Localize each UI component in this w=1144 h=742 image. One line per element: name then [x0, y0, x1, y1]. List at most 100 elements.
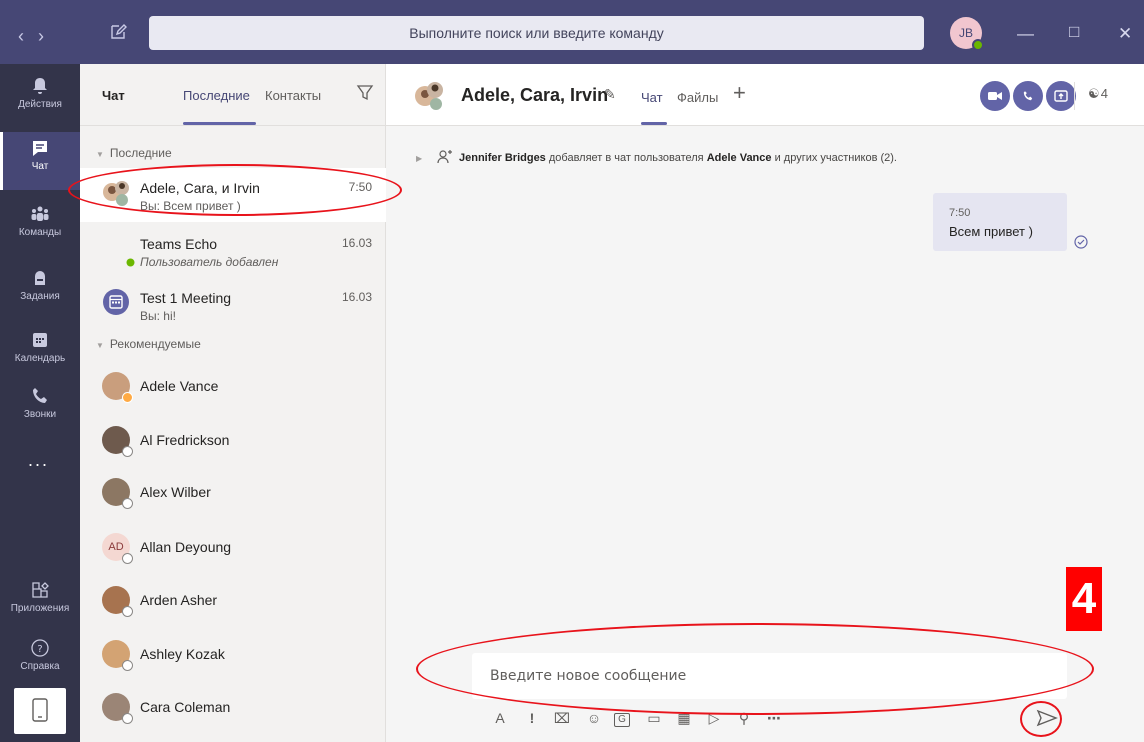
tab-contacts[interactable]: Контакты [265, 88, 321, 103]
presence-away-icon [122, 392, 133, 403]
edit-pencil-icon[interactable]: ✎ [604, 86, 616, 103]
emoji-icon[interactable]: ☺ [584, 710, 604, 730]
maximize-icon[interactable]: □ [1069, 22, 1079, 42]
presence-offline-icon [122, 446, 133, 457]
avatar [102, 586, 133, 617]
chat-item-teams-echo[interactable]: Teams Echo Пользователь добавлен 16.03 [80, 224, 386, 278]
message-text: Всем привет ) [949, 224, 1033, 239]
apps-icon [32, 582, 49, 598]
chat-time: 16.03 [341, 236, 372, 250]
system-actor: Jennifer Bridges [459, 152, 546, 164]
svg-text:?: ? [37, 644, 42, 655]
share-screen-button[interactable] [1046, 81, 1076, 111]
app-rail: Действия Чат Команды Задания Календарь З… [0, 64, 80, 742]
chat-icon [33, 141, 47, 156]
avatar [102, 640, 133, 671]
read-receipt-icon [1074, 235, 1088, 249]
rail-item-teams[interactable]: Команды [0, 198, 80, 256]
rail-label: Чат [31, 161, 49, 172]
close-icon[interactable]: ✕ [1118, 24, 1132, 44]
audio-call-button[interactable] [1013, 81, 1043, 111]
profile-avatar[interactable]: JB [950, 17, 984, 51]
rail-item-help[interactable]: ? Справка [0, 632, 80, 690]
system-target: Adele Vance [706, 152, 772, 164]
chat-list-header: Чат Последние Контакты [80, 64, 386, 126]
rail-label: Действия [18, 99, 62, 110]
rail-label: Справка [20, 661, 60, 672]
active-tab-indicator [183, 122, 256, 125]
contact-item[interactable]: Alex Wilber [80, 466, 386, 520]
section-label: Рекомендуемые [109, 337, 201, 351]
expand-chevron-icon[interactable]: ▶ [416, 154, 422, 163]
chat-header: Adele, Cara, Irvin ✎ Чат Файлы + ☯ 4 [386, 64, 1144, 126]
rail-item-calendar[interactable]: Календарь [0, 324, 80, 382]
collapse-triangle-icon: ▼ [96, 150, 104, 159]
chat-name: Test 1 Meeting [140, 290, 232, 306]
contact-name: Cara Coleman [140, 699, 231, 715]
add-tab-icon[interactable]: + [733, 80, 746, 106]
format-icon[interactable]: A [490, 710, 510, 730]
contact-name: Al Fredrickson [140, 432, 230, 448]
avatar [102, 693, 133, 724]
tab-files[interactable]: Файлы [677, 90, 718, 105]
new-chat-icon[interactable] [108, 22, 128, 42]
highlight-chat-item-annotation [68, 164, 402, 216]
back-arrow-icon[interactable]: ‹ [18, 26, 38, 46]
search-input[interactable]: Выполните поиск или введите команду [149, 16, 924, 50]
contact-item[interactable]: AD Allan Deyoung [80, 521, 386, 575]
avatar-initials: AD [108, 541, 124, 553]
rail-label: Задания [20, 291, 60, 302]
filter-icon[interactable] [356, 84, 374, 102]
contact-item[interactable]: Arden Asher [80, 574, 386, 628]
presence-offline-icon [122, 553, 133, 564]
tab-chat[interactable]: Чат [641, 90, 663, 105]
message-time: 7:50 [949, 207, 971, 219]
meeting-calendar-icon [103, 289, 129, 315]
assignments-icon [35, 271, 45, 285]
highlight-send-annotation [1020, 701, 1062, 737]
section-suggested[interactable]: ▼ Рекомендуемые [96, 337, 201, 351]
chat-preview: Вы: hi! [140, 309, 176, 323]
participants-button[interactable]: ☯ 4 [1088, 86, 1108, 102]
contact-name: Adele Vance [140, 378, 219, 394]
contact-item[interactable]: Ashley Kozak [80, 628, 386, 682]
tab-recent[interactable]: Последние [183, 88, 250, 103]
message-bubble[interactable]: 7:50 Всем привет ) [933, 193, 1067, 251]
history-nav[interactable]: ‹› [18, 26, 58, 47]
contact-item[interactable]: Al Fredrickson [80, 414, 386, 468]
presence-available-icon [972, 39, 984, 51]
rail-item-activity[interactable]: Действия [0, 70, 80, 128]
rail-item-assignments[interactable]: Задания [0, 262, 80, 320]
more-apps-icon[interactable]: ... [28, 450, 49, 471]
section-recent[interactable]: ▼ Последние [96, 146, 172, 160]
participants-count: 4 [1100, 86, 1108, 101]
chat-name: Teams Echo [140, 236, 218, 252]
section-label: Последние [109, 146, 172, 160]
forward-arrow-icon[interactable]: › [38, 26, 58, 46]
minimize-icon[interactable]: — [1017, 24, 1034, 44]
share-screen-icon [1054, 90, 1068, 102]
attach-icon[interactable]: ⌧ [552, 710, 572, 730]
system-message: Jennifer Bridges добавляет в чат пользов… [459, 152, 897, 164]
download-mobile-button[interactable] [14, 688, 66, 734]
rail-item-calls[interactable]: Звонки [0, 380, 80, 438]
chat-list-title: Чат [102, 88, 125, 103]
system-text: добавляет в чат пользователя [545, 152, 707, 164]
rail-label: Приложения [10, 603, 70, 614]
rail-item-chat[interactable]: Чат [0, 132, 80, 190]
gif-icon[interactable]: G [614, 713, 630, 727]
teams-icon [31, 206, 49, 221]
contact-name: Alex Wilber [140, 484, 211, 500]
video-call-button[interactable] [980, 81, 1010, 111]
chat-item-test-meeting[interactable]: Test 1 Meeting Вы: hi! 16.03 [80, 278, 386, 332]
calendar-icon [33, 333, 47, 347]
contact-item[interactable]: Adele Vance [80, 360, 386, 414]
avatar [102, 426, 133, 457]
important-icon[interactable]: ! [522, 710, 542, 730]
rail-item-apps[interactable]: Приложения [0, 574, 80, 632]
chat-preview: Пользователь добавлен [140, 255, 279, 269]
video-icon [988, 92, 1002, 100]
add-person-icon [437, 150, 452, 164]
avatar: AD [102, 533, 133, 564]
contact-item[interactable]: Cara Coleman [80, 681, 386, 735]
